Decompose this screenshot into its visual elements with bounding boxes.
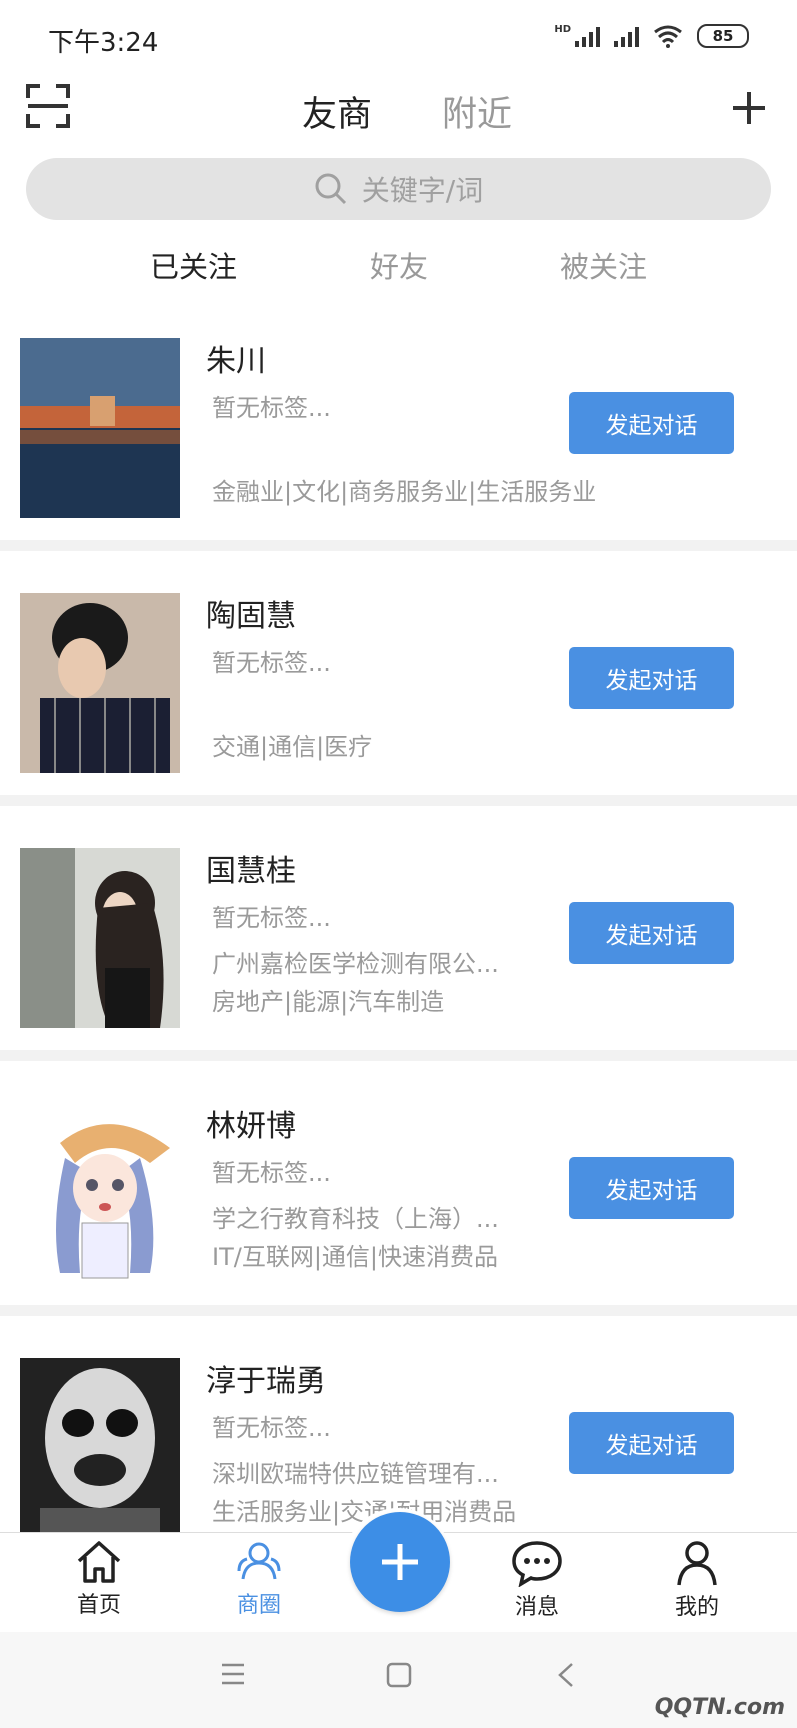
nav-circle-label: 商圈 xyxy=(236,1593,281,1618)
tab-friends[interactable]: 好友 xyxy=(370,244,428,286)
contact-company: 广州嘉检医学检测有限公... xyxy=(212,950,499,978)
people-icon xyxy=(237,1542,281,1580)
contact-industries: 金融业|文化|商务服务业|生活服务业 xyxy=(212,478,597,506)
contact-list: 朱川 暂无标签... 金融业|文化|商务服务业|生活服务业 发起对话 陶固慧 暂… xyxy=(0,296,797,1571)
contact-name: 淳于瑞勇 xyxy=(206,1364,326,1399)
tab-following[interactable]: 已关注 xyxy=(150,244,237,286)
nav-messages[interactable]: 消息 xyxy=(482,1539,592,1621)
publish-button[interactable] xyxy=(350,1512,450,1612)
search-icon xyxy=(315,173,346,205)
person-icon xyxy=(677,1541,717,1586)
contact-tag: 暂无标签... xyxy=(212,1414,331,1442)
contact-name: 林妍博 xyxy=(206,1109,296,1144)
nav-messages-label: 消息 xyxy=(514,1595,559,1620)
hd-indicator: HD xyxy=(554,23,571,35)
system-nav: QQTN.com xyxy=(0,1632,797,1728)
tab-youshang[interactable]: 友商 xyxy=(302,86,372,137)
tab-followers[interactable]: 被关注 xyxy=(560,244,647,286)
avatar[interactable] xyxy=(20,1358,180,1538)
home-icon xyxy=(77,1541,121,1583)
avatar[interactable] xyxy=(20,1103,180,1283)
list-item[interactable]: 国慧桂 暂无标签... 广州嘉检医学检测有限公... 房地产|能源|汽车制造 发… xyxy=(0,806,797,1050)
search-input[interactable]: 关键字/词 xyxy=(26,158,771,220)
signal-icon xyxy=(575,25,600,47)
back-icon[interactable] xyxy=(556,1662,576,1688)
avatar[interactable] xyxy=(20,593,180,773)
contact-name: 国慧桂 xyxy=(206,854,296,889)
contact-company: 深圳欧瑞特供应链管理有... xyxy=(212,1460,499,1488)
contact-industries: 房地产|能源|汽车制造 xyxy=(212,988,445,1016)
home-square-icon[interactable] xyxy=(386,1662,412,1688)
start-chat-button[interactable]: 发起对话 xyxy=(569,1157,734,1219)
nav-home[interactable]: 首页 xyxy=(44,1539,154,1619)
contact-name: 朱川 xyxy=(206,344,266,379)
nav-me-label: 我的 xyxy=(674,1595,719,1620)
start-chat-button[interactable]: 发起对话 xyxy=(569,647,734,709)
contact-company: 学之行教育科技（上海）... xyxy=(212,1205,499,1233)
avatar[interactable] xyxy=(20,338,180,518)
signal-icon-2 xyxy=(614,25,639,47)
list-item[interactable]: 陶固慧 暂无标签... 交通|通信|医疗 发起对话 xyxy=(0,551,797,795)
wifi-icon xyxy=(654,25,682,48)
contact-tag: 暂无标签... xyxy=(212,904,331,932)
plus-icon xyxy=(382,1544,418,1580)
avatar[interactable] xyxy=(20,848,180,1028)
contact-industries: IT/互联网|通信|快速消费品 xyxy=(212,1243,498,1271)
contact-industries: 交通|通信|医疗 xyxy=(212,733,373,761)
start-chat-button[interactable]: 发起对话 xyxy=(569,1412,734,1474)
contact-tag: 暂无标签... xyxy=(212,394,331,422)
header: 友商 附近 关键字/词 已关注 好友 被关注 xyxy=(0,70,797,300)
menu-icon[interactable] xyxy=(220,1662,246,1686)
nav-circle[interactable]: 商圈 xyxy=(204,1539,314,1619)
start-chat-button[interactable]: 发起对话 xyxy=(569,392,734,454)
tab-nearby[interactable]: 附近 xyxy=(442,86,512,137)
status-bar: 下午3:24 HD 85 xyxy=(0,0,797,70)
contact-tag: 暂无标签... xyxy=(212,1159,331,1187)
contact-tag: 暂无标签... xyxy=(212,649,331,677)
search-placeholder: 关键字/词 xyxy=(361,174,484,207)
list-item[interactable]: 朱川 暂无标签... 金融业|文化|商务服务业|生活服务业 发起对话 xyxy=(0,296,797,540)
status-time: 下午3:24 xyxy=(48,28,159,58)
list-item[interactable]: 林妍博 暂无标签... 学之行教育科技（上海）... IT/互联网|通信|快速消… xyxy=(0,1061,797,1305)
nav-home-label: 首页 xyxy=(76,1593,121,1618)
start-chat-button[interactable]: 发起对话 xyxy=(569,902,734,964)
scan-icon[interactable] xyxy=(26,84,70,128)
add-icon[interactable] xyxy=(731,90,767,126)
nav-me[interactable]: 我的 xyxy=(642,1539,752,1621)
status-icons: HD 85 xyxy=(554,24,749,48)
chat-bubble-icon xyxy=(512,1541,562,1587)
battery-indicator: 85 xyxy=(697,24,749,48)
watermark: QQTN.com xyxy=(654,1695,785,1720)
contact-name: 陶固慧 xyxy=(206,599,296,634)
